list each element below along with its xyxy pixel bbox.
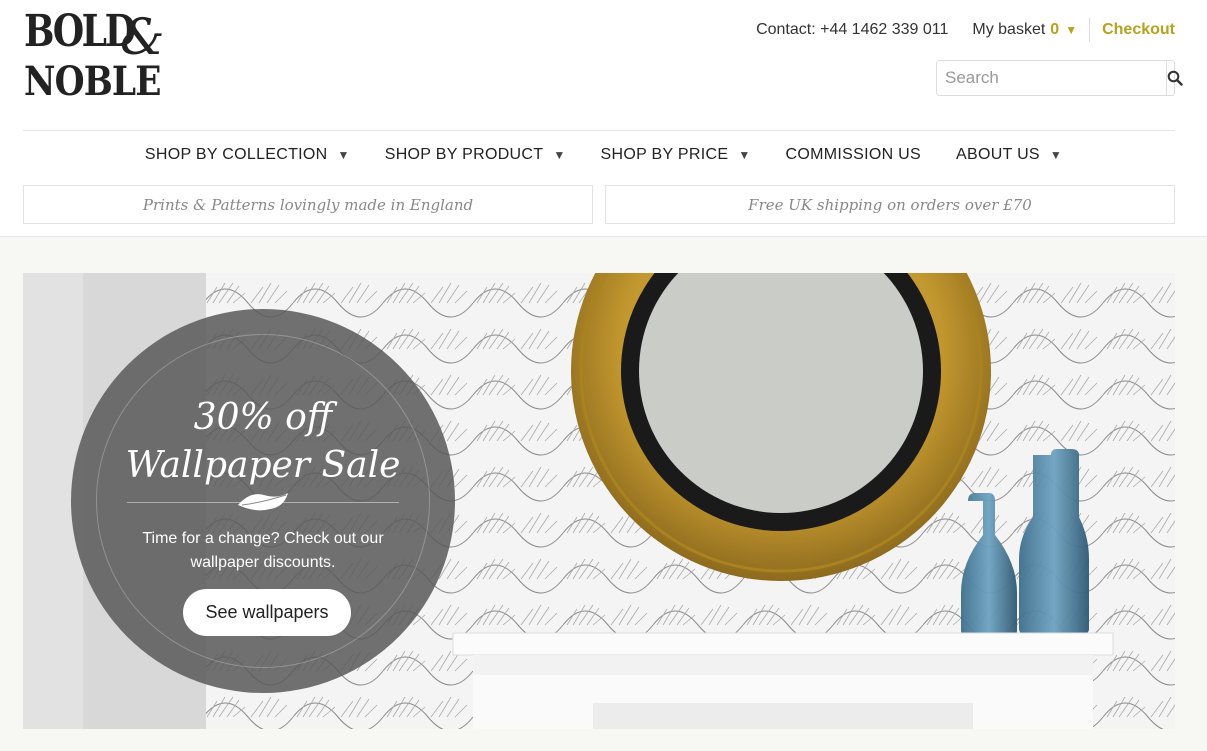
logo-ampersand: & bbox=[120, 8, 165, 66]
search-input[interactable] bbox=[937, 61, 1166, 95]
sale-title-discount: 30% off bbox=[193, 397, 333, 438]
logo-word-bold: BOLD bbox=[24, 6, 136, 57]
logo-word-noble: NOBLE bbox=[24, 58, 161, 105]
topbar-divider bbox=[1089, 18, 1091, 42]
main-nav: SHOP BY COLLECTION ▼ SHOP BY PRODUCT ▼ S… bbox=[0, 142, 1207, 168]
nav-item-about-us[interactable]: ABOUT US ▼ bbox=[956, 142, 1062, 168]
basket-count: 0 bbox=[1050, 21, 1060, 38]
checkout-link[interactable]: Checkout bbox=[1102, 21, 1175, 39]
header-divider bbox=[23, 130, 1175, 131]
leaf-icon bbox=[238, 493, 288, 511]
chevron-down-icon: ▼ bbox=[1065, 23, 1078, 37]
chevron-down-icon: ▼ bbox=[738, 148, 751, 162]
sale-description: Time for a change? Check out our wallpap… bbox=[142, 530, 384, 571]
logo[interactable]: BOLD & NOBLE bbox=[24, 10, 169, 105]
nav-item-shop-by-product[interactable]: SHOP BY PRODUCT ▼ bbox=[385, 142, 566, 168]
nav-item-label: SHOP BY PRODUCT bbox=[384, 146, 544, 163]
promo-free-shipping: Free UK shipping on orders over £70 bbox=[605, 185, 1175, 224]
chevron-down-icon: ▼ bbox=[553, 148, 566, 162]
nav-item-label: ABOUT US bbox=[956, 146, 1040, 163]
hero-banner[interactable]: 30% off Wallpaper Sale Time for a change… bbox=[23, 273, 1175, 729]
basket-link[interactable]: My basket 0 ▼ bbox=[972, 21, 1077, 39]
chevron-down-icon: ▼ bbox=[337, 148, 350, 162]
nav-item-shop-by-price[interactable]: SHOP BY PRICE ▼ bbox=[601, 142, 751, 168]
search-button[interactable] bbox=[1166, 61, 1183, 95]
nav-item-label: COMMISSION US bbox=[785, 146, 921, 163]
nav-item-shop-by-collection[interactable]: SHOP BY COLLECTION ▼ bbox=[145, 142, 350, 168]
sale-title-name: Wallpaper Sale bbox=[125, 445, 401, 486]
promo-made-in-england: Prints & Patterns lovingly made in Engla… bbox=[23, 185, 593, 224]
see-wallpapers-button[interactable]: See wallpapers bbox=[183, 589, 351, 636]
chevron-down-icon: ▼ bbox=[1049, 148, 1063, 162]
nav-item-label: SHOP BY PRICE bbox=[600, 146, 729, 163]
sale-badge: 30% off Wallpaper Sale Time for a change… bbox=[71, 309, 455, 693]
nav-item-commission-us[interactable]: COMMISSION US bbox=[786, 142, 921, 168]
top-utility-bar: Contact: +44 1462 339 011 My basket 0 ▼ … bbox=[756, 18, 1175, 42]
contact-phone[interactable]: Contact: +44 1462 339 011 bbox=[756, 21, 948, 39]
search-box bbox=[936, 60, 1183, 96]
search-icon bbox=[1167, 70, 1183, 86]
site-header: BOLD & NOBLE Contact: +44 1462 339 011 M… bbox=[0, 0, 1207, 237]
basket-label: My basket bbox=[972, 21, 1046, 38]
nav-item-label: SHOP BY COLLECTION bbox=[144, 146, 328, 163]
